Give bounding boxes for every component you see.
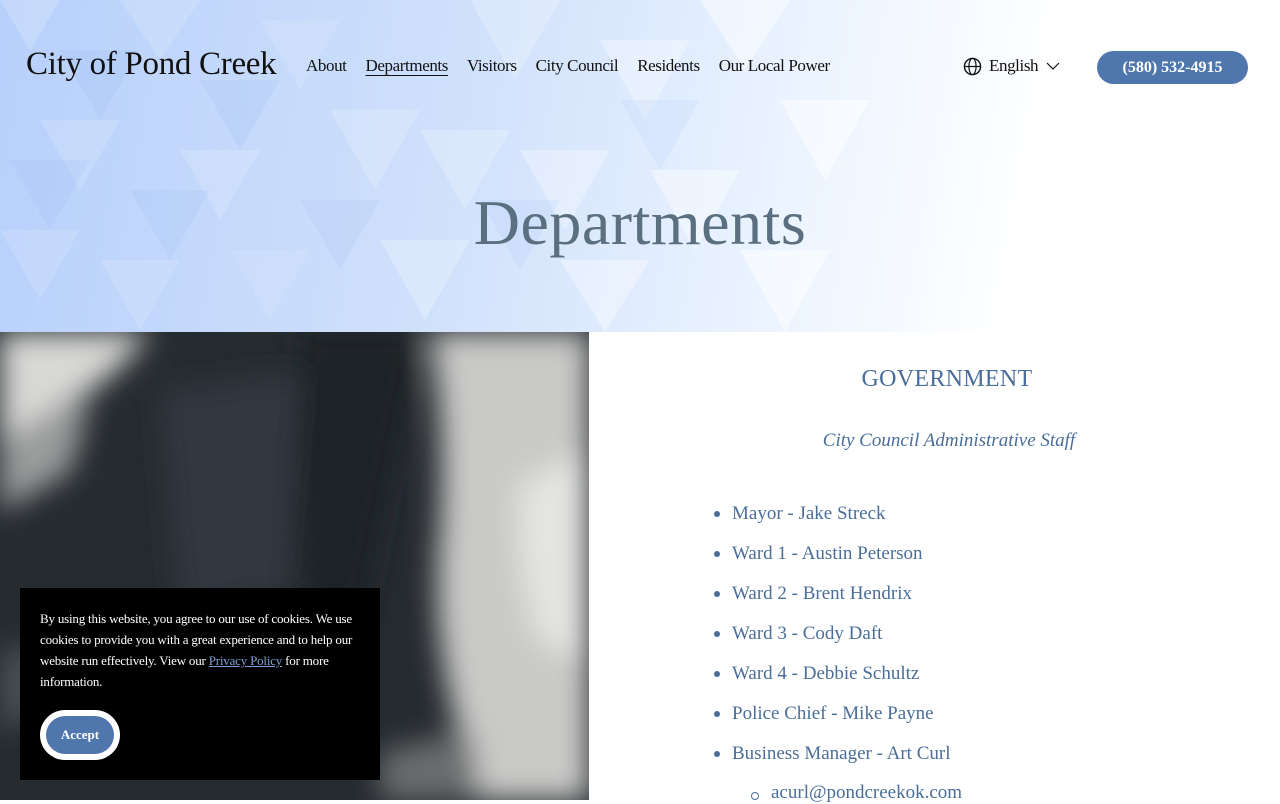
globe-icon [963, 57, 982, 75]
accept-button-outline: Accept [40, 710, 120, 760]
government-section: GOVERNMENT City Council Administrative S… [589, 332, 1280, 803]
bullet-icon [714, 551, 720, 557]
list-item: Business Manager - Art Curl [714, 740, 950, 780]
list-item: Ward 4 - Debbie Schultz [714, 660, 950, 700]
list-item: Ward 2 - Brent Hendrix [714, 580, 950, 620]
circle-bullet-icon [751, 792, 759, 800]
bullet-icon [714, 711, 720, 717]
section-title: GOVERNMENT [861, 366, 1033, 392]
nav-item-visitors[interactable]: Visitors [467, 56, 517, 76]
phone-button[interactable]: (580) 532-4915 [1097, 51, 1248, 84]
nav-item-residents[interactable]: Residents [637, 56, 700, 76]
list-item: Ward 1 - Austin Peterson [714, 540, 950, 580]
bullet-icon [714, 631, 720, 637]
bullet-icon [714, 591, 720, 597]
chevron-down-icon [1046, 62, 1060, 70]
bullet-icon [714, 511, 720, 517]
nav-item-our-local-power[interactable]: Our Local Power [719, 56, 830, 76]
list-item: Ward 3 - Cody Daft [714, 620, 950, 660]
language-label: English [989, 56, 1039, 75]
nav-item-city-council[interactable]: City Council [536, 56, 619, 76]
cookie-banner: By using this website, you agree to our … [20, 588, 380, 780]
privacy-policy-link[interactable]: Privacy Policy [209, 653, 283, 668]
page-title: Departments [473, 187, 807, 258]
language-selector[interactable]: English [963, 56, 1060, 76]
nav-item-departments[interactable]: Departments [366, 56, 449, 76]
staff-list: Mayor - Jake Streck Ward 1 - Austin Pete… [714, 500, 950, 780]
list-item: Police Chief - Mike Payne [714, 700, 950, 740]
page-header: City of Pond Creek About Departments Vis… [0, 0, 1280, 332]
list-item: Mayor - Jake Streck [714, 500, 950, 540]
main-nav: About Departments Visitors City Council … [306, 56, 849, 76]
accept-button[interactable]: Accept [46, 716, 114, 754]
email-link[interactable]: acurl@pondcreekok.com [751, 782, 962, 804]
cookie-message: By using this website, you agree to our … [40, 611, 353, 689]
bullet-icon [714, 671, 720, 677]
nav-item-about[interactable]: About [306, 56, 347, 76]
section-subtitle: City Council Administrative Staff [822, 430, 1076, 451]
site-title[interactable]: City of Pond Creek [26, 46, 277, 83]
bullet-icon [714, 751, 720, 757]
